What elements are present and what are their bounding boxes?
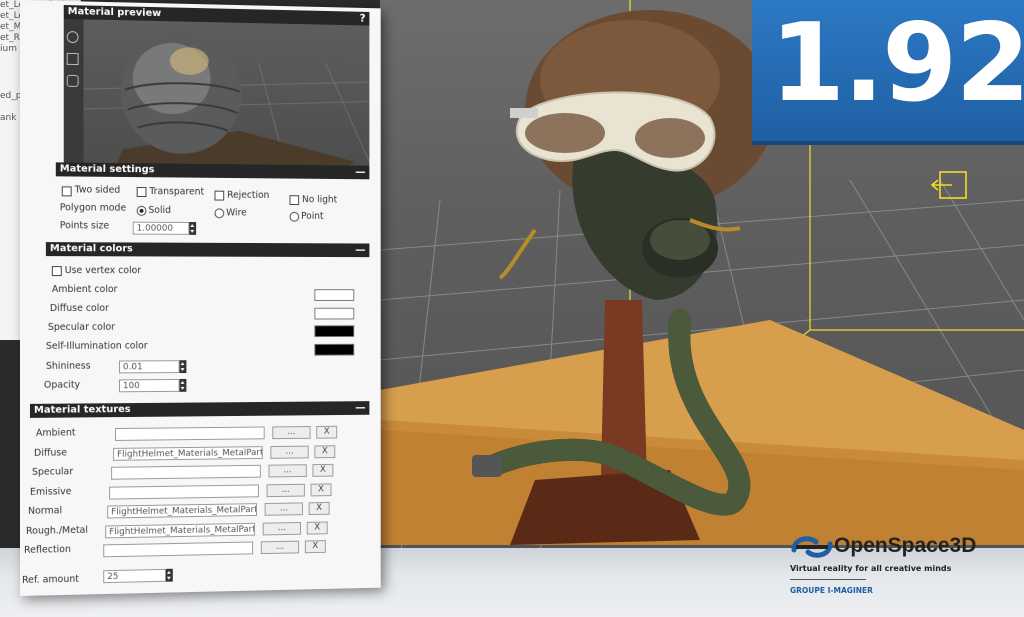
group-name: GROUPE I-MAGINER bbox=[790, 586, 873, 595]
product-tagline: Virtual reality for all creative minds bbox=[790, 564, 952, 573]
browse-texture-button[interactable]: ... bbox=[270, 445, 309, 459]
wire-label: Wire bbox=[226, 207, 247, 219]
browse-texture-button[interactable]: ... bbox=[264, 502, 303, 516]
material-editor-panel: Material preview ? Material settings — T… bbox=[20, 0, 381, 596]
texture-path-input[interactable]: FlightHelmet_Materials_MetalParts bbox=[105, 522, 256, 538]
ref-amount-stepper[interactable] bbox=[165, 568, 173, 582]
diffuse-color-label: Diffuse color bbox=[49, 302, 109, 314]
preview-sphere bbox=[64, 30, 370, 175]
texture-path-input[interactable]: FlightHelmet_Materials_MetalParts bbox=[113, 445, 263, 461]
help-icon[interactable]: ? bbox=[360, 12, 366, 26]
opacity-label: Opacity bbox=[43, 379, 81, 391]
shininess-input[interactable]: 0.01 bbox=[118, 360, 180, 374]
self-illumination-color-label: Self-Illumination color bbox=[45, 340, 148, 352]
solid-label: Solid bbox=[148, 204, 171, 216]
two-sided-label: Two sided bbox=[74, 184, 121, 196]
texture-label: Reflection bbox=[23, 544, 71, 556]
transparent-label: Transparent bbox=[149, 186, 205, 198]
texture-path-input[interactable] bbox=[115, 426, 265, 441]
point-radio[interactable] bbox=[289, 211, 300, 222]
clear-texture-button[interactable]: X bbox=[312, 463, 334, 477]
self-illumination-color-swatch[interactable] bbox=[314, 343, 355, 356]
ambient-color-label: Ambient color bbox=[51, 284, 118, 296]
brand-logo: OpenSpace3D Virtual reality for all crea… bbox=[790, 530, 1020, 600]
texture-label: Normal bbox=[27, 505, 63, 517]
ref-amount-input[interactable]: 25 bbox=[103, 568, 166, 584]
clear-texture-button[interactable]: X bbox=[316, 425, 338, 439]
minimize-icon[interactable]: — bbox=[355, 401, 365, 415]
minimize-icon[interactable]: — bbox=[355, 166, 365, 180]
transparent-checkbox[interactable] bbox=[136, 187, 147, 198]
two-sided-checkbox[interactable] bbox=[61, 186, 72, 197]
material-textures-header[interactable]: Material textures — bbox=[29, 401, 370, 418]
points-size-input[interactable]: 1.00000 bbox=[132, 221, 190, 235]
material-preview-title: Material preview bbox=[67, 6, 162, 20]
opacity-input[interactable]: 100 bbox=[118, 378, 180, 393]
version-number: 1.92 bbox=[770, 1, 1024, 126]
browse-texture-button[interactable]: ... bbox=[272, 426, 311, 440]
specular-color-swatch[interactable] bbox=[314, 325, 355, 338]
minimize-icon[interactable]: — bbox=[355, 243, 365, 257]
use-vertex-color-label: Use vertex color bbox=[64, 265, 142, 277]
clear-texture-button[interactable]: X bbox=[308, 501, 330, 516]
ambient-color-swatch[interactable] bbox=[314, 289, 355, 301]
opacity-stepper[interactable] bbox=[179, 378, 187, 392]
ref-amount-label: Ref. amount bbox=[21, 573, 79, 586]
rejection-label: Rejection bbox=[227, 189, 270, 201]
product-name: OpenSpace3D bbox=[834, 534, 977, 557]
material-colors-header[interactable]: Material colors — bbox=[45, 242, 370, 258]
specular-color-label: Specular color bbox=[47, 321, 115, 333]
texture-label: Rough./Metal bbox=[25, 524, 88, 537]
clear-texture-button[interactable]: X bbox=[314, 444, 336, 458]
rejection-checkbox[interactable] bbox=[214, 190, 225, 201]
points-size-stepper[interactable] bbox=[189, 222, 197, 235]
openspace3d-logo-icon bbox=[791, 536, 833, 558]
texture-path-input[interactable] bbox=[111, 464, 261, 480]
material-preview-canvas[interactable] bbox=[63, 18, 370, 176]
clear-texture-button[interactable]: X bbox=[306, 521, 328, 535]
material-colors-title: Material colors bbox=[49, 243, 133, 255]
wire-radio[interactable] bbox=[214, 208, 225, 219]
texture-path-input[interactable] bbox=[109, 483, 259, 500]
browse-texture-button[interactable]: ... bbox=[266, 483, 305, 497]
browse-texture-button[interactable]: ... bbox=[262, 521, 302, 535]
texture-label: Emissive bbox=[29, 485, 72, 498]
diffuse-color-swatch[interactable] bbox=[314, 307, 355, 320]
browse-texture-button[interactable]: ... bbox=[260, 540, 300, 555]
material-settings-header[interactable]: Material settings — bbox=[55, 162, 370, 180]
browse-texture-button[interactable]: ... bbox=[268, 464, 307, 478]
version-badge: 1.92 bbox=[752, 0, 1024, 145]
material-textures-title: Material textures bbox=[33, 404, 131, 416]
texture-path-input[interactable] bbox=[103, 541, 254, 558]
texture-label: Ambient bbox=[35, 427, 76, 439]
use-vertex-color-checkbox[interactable] bbox=[51, 266, 62, 277]
texture-label: Specular bbox=[31, 466, 74, 478]
clear-texture-button[interactable]: X bbox=[310, 482, 332, 496]
shininess-stepper[interactable] bbox=[179, 360, 187, 374]
points-size-label: Points size bbox=[59, 220, 110, 232]
clear-texture-button[interactable]: X bbox=[304, 540, 326, 554]
texture-label: Diffuse bbox=[33, 446, 68, 459]
no-light-checkbox[interactable] bbox=[289, 195, 300, 206]
no-light-label: No light bbox=[301, 194, 338, 206]
material-settings-title: Material settings bbox=[59, 163, 155, 176]
point-label: Point bbox=[301, 210, 324, 222]
brand-divider bbox=[790, 579, 866, 580]
shininess-label: Shininess bbox=[45, 360, 91, 372]
solid-radio[interactable] bbox=[136, 205, 147, 216]
polygon-mode-label: Polygon mode bbox=[59, 202, 127, 214]
texture-path-input[interactable]: FlightHelmet_Materials_MetalParts bbox=[107, 503, 257, 519]
